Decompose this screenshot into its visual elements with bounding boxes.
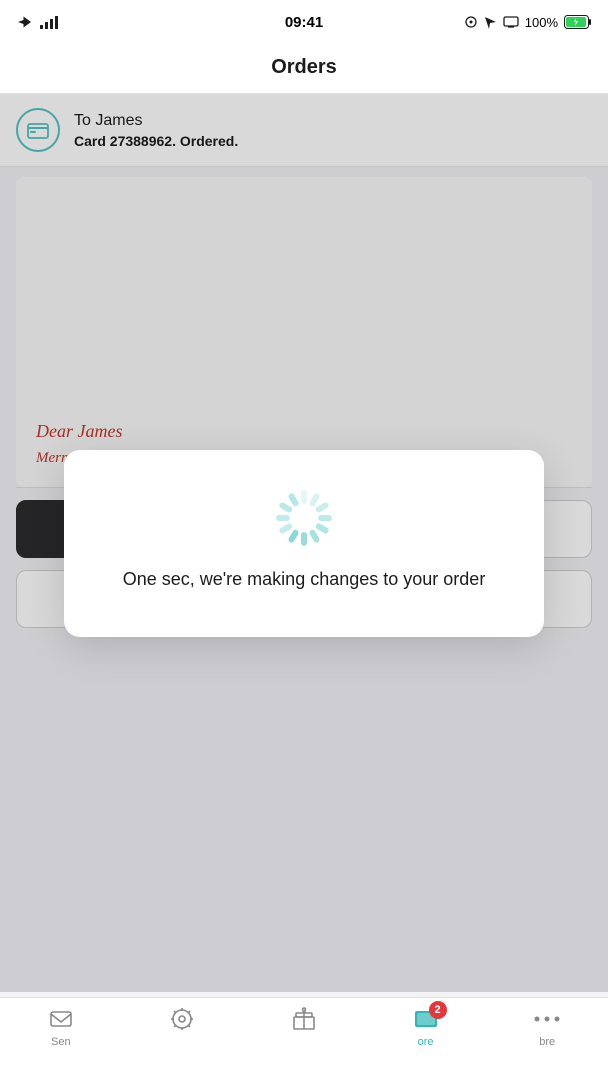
airplane-icon	[16, 15, 34, 29]
tab-magic-icon	[169, 1006, 195, 1032]
signal-icon	[40, 16, 58, 29]
battery-icon	[564, 15, 592, 29]
status-left	[16, 15, 58, 29]
battery-percent: 100%	[525, 15, 558, 30]
cards-badge: 2	[429, 1001, 447, 1019]
tab-cards[interactable]: 2 ore	[365, 1006, 487, 1048]
loading-modal-overlay: One sec, we're making changes to your or…	[0, 94, 608, 992]
tab-more-icon	[534, 1006, 560, 1032]
tab-send-icon	[48, 1006, 74, 1032]
loading-spinner	[276, 490, 332, 546]
tab-cards-icon: 2	[413, 1006, 439, 1032]
screen-icon	[503, 16, 519, 28]
loading-modal: One sec, we're making changes to your or…	[64, 450, 544, 637]
loading-message: One sec, we're making changes to your or…	[123, 566, 486, 593]
tab-bar: Sen	[0, 997, 608, 1080]
tab-gift-icon	[291, 1006, 317, 1032]
tab-send-label: Sen	[51, 1036, 71, 1048]
tab-magic[interactable]	[122, 1006, 244, 1036]
tab-cards-label: ore	[418, 1036, 434, 1048]
tab-send[interactable]: Sen	[0, 1006, 122, 1048]
tab-gift[interactable]	[243, 1006, 365, 1036]
location-icon	[464, 15, 478, 29]
tab-more[interactable]: bre	[486, 1006, 608, 1048]
page-header: Orders	[0, 44, 608, 94]
tab-more-label: bre	[539, 1036, 555, 1048]
navigation-icon	[484, 16, 497, 29]
status-bar: 09:41 100%	[0, 0, 608, 44]
main-content: To James Card 27388962. Ordered. Dear Ja…	[0, 94, 608, 992]
status-time: 09:41	[285, 14, 323, 31]
status-right: 100%	[464, 15, 592, 30]
page-title: Orders	[0, 56, 608, 79]
